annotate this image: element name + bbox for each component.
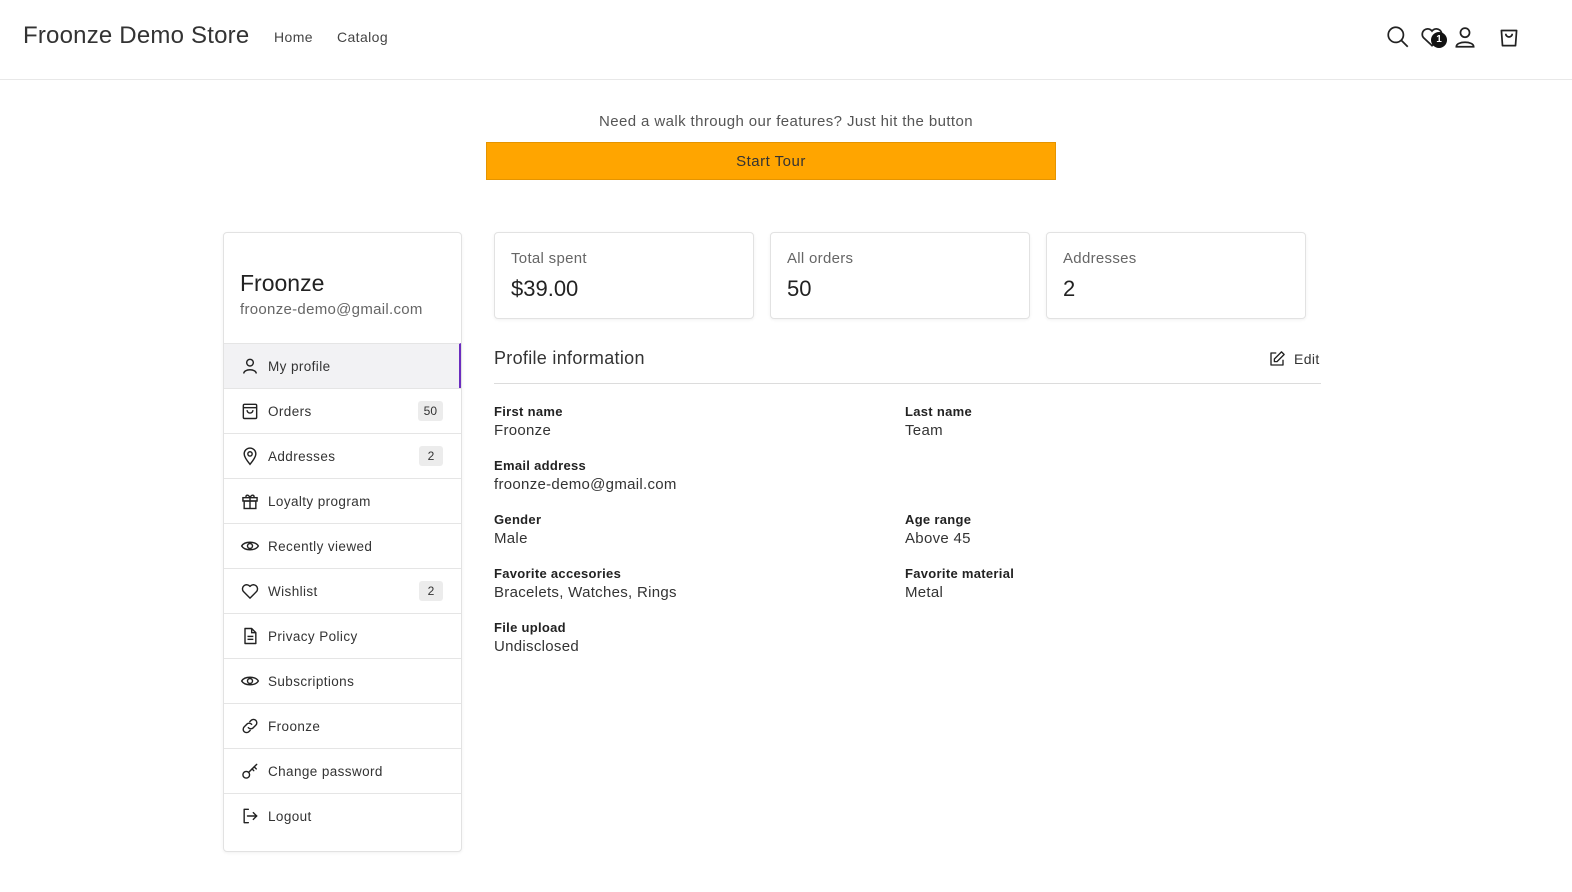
stat-card-total-spent: Total spent $39.00 — [494, 232, 754, 319]
field-value: Above 45 — [905, 530, 971, 547]
key-icon — [240, 761, 260, 781]
stat-value: $39.00 — [511, 276, 579, 301]
account-sidebar: Froonze froonze-demo@gmail.com My profil… — [223, 232, 462, 852]
account-menu: My profile Orders 50 Addresses 2 Loyalty… — [224, 343, 461, 838]
field-label: First name — [494, 404, 563, 419]
search-icon[interactable] — [1385, 24, 1411, 50]
cart-icon[interactable] — [1496, 24, 1522, 50]
sidebar-item-label: Subscriptions — [268, 673, 355, 689]
field-value: Metal — [905, 584, 944, 601]
edit-profile-button[interactable]: Edit — [1268, 350, 1320, 368]
field-label: File upload — [494, 620, 566, 635]
logout-icon — [240, 806, 260, 826]
addresses-count-badge: 2 — [419, 446, 443, 466]
sidebar-item-logout[interactable]: Logout — [224, 793, 461, 838]
field-file-upload: File upload Undisclosed — [494, 620, 579, 655]
main-nav: Home Catalog — [274, 29, 388, 45]
sidebar-item-label: Logout — [268, 808, 312, 824]
nav-home[interactable]: Home — [274, 29, 313, 45]
sidebar-item-label: Recently viewed — [268, 538, 373, 554]
start-tour-button[interactable]: Start Tour — [486, 142, 1056, 180]
heart-icon — [240, 581, 260, 601]
field-label: Age range — [905, 512, 972, 527]
sidebar-item-change-password[interactable]: Change password — [224, 748, 461, 793]
stat-label: All orders — [787, 250, 854, 267]
user-icon — [240, 356, 260, 376]
field-value: froonze-demo@gmail.com — [494, 476, 677, 493]
sidebar-item-my-profile[interactable]: My profile — [224, 343, 461, 388]
edit-icon — [1268, 350, 1286, 368]
sidebar-item-label: Change password — [268, 763, 383, 779]
sidebar-item-label: Addresses — [268, 448, 336, 464]
sidebar-item-recently-viewed[interactable]: Recently viewed — [224, 523, 461, 568]
sidebar-item-label: My profile — [268, 358, 331, 374]
sidebar-item-orders[interactable]: Orders 50 — [224, 388, 461, 433]
sidebar-item-wishlist[interactable]: Wishlist 2 — [224, 568, 461, 613]
wishlist-heart-icon[interactable]: 1 — [1419, 24, 1447, 50]
field-label: Last name — [905, 404, 973, 419]
stat-value: 2 — [1063, 276, 1076, 301]
location-pin-icon — [240, 446, 260, 466]
field-favorite-material: Favorite material Metal — [905, 566, 1014, 601]
field-label: Favorite material — [905, 566, 1015, 581]
field-label: Email address — [494, 458, 587, 473]
tour-prompt: Need a walk through our features? Just h… — [599, 113, 973, 130]
document-icon — [240, 626, 260, 646]
eye-icon — [240, 536, 260, 556]
edit-label: Edit — [1294, 351, 1320, 367]
field-label: Favorite accesories — [494, 566, 622, 581]
sidebar-item-label: Froonze — [268, 718, 321, 734]
wishlist-badge: 1 — [1431, 32, 1447, 48]
account-icon[interactable] — [1452, 24, 1478, 50]
sidebar-item-label: Wishlist — [268, 583, 318, 599]
field-label: Gender — [494, 512, 542, 527]
field-gender: Gender Male — [494, 512, 541, 547]
stat-label: Total spent — [511, 250, 587, 267]
section-divider — [494, 383, 1321, 384]
sidebar-item-subscriptions[interactable]: Subscriptions — [224, 658, 461, 703]
sidebar-item-froonze[interactable]: Froonze — [224, 703, 461, 748]
field-value: Undisclosed — [494, 638, 580, 655]
stat-card-addresses: Addresses 2 — [1046, 232, 1306, 319]
store-brand[interactable]: Froonze Demo Store — [23, 22, 249, 50]
field-last-name: Last name Team — [905, 404, 972, 439]
nav-catalog[interactable]: Catalog — [337, 29, 388, 45]
link-icon — [240, 716, 260, 736]
field-favorite-accessories: Favorite accesories Bracelets, Watches, … — [494, 566, 677, 601]
field-age-range: Age range Above 45 — [905, 512, 971, 547]
site-header: Froonze Demo Store Home Catalog 1 — [0, 0, 1572, 80]
field-value: Bracelets, Watches, Rings — [494, 584, 677, 601]
user-name: Froonze — [240, 270, 325, 296]
field-email: Email address froonze-demo@gmail.com — [494, 458, 677, 493]
stat-value: 50 — [787, 276, 812, 301]
sidebar-item-loyalty-program[interactable]: Loyalty program — [224, 478, 461, 523]
wishlist-count-badge: 2 — [419, 581, 443, 601]
field-first-name: First name Froonze — [494, 404, 563, 439]
sidebar-item-label: Orders — [268, 403, 312, 419]
field-value: Froonze — [494, 422, 552, 439]
stat-label: Addresses — [1063, 250, 1137, 267]
orders-count-badge: 50 — [417, 401, 443, 421]
user-email: froonze-demo@gmail.com — [240, 301, 423, 318]
stat-card-all-orders: All orders 50 — [770, 232, 1030, 319]
sidebar-item-label: Privacy Policy — [268, 628, 358, 644]
sidebar-item-addresses[interactable]: Addresses 2 — [224, 433, 461, 478]
eye-icon — [240, 671, 260, 691]
field-value: Male — [494, 530, 528, 547]
field-value: Team — [905, 422, 943, 439]
sidebar-item-label: Loyalty program — [268, 493, 371, 509]
bag-icon — [240, 401, 260, 421]
profile-section-title: Profile information — [494, 348, 645, 368]
gift-icon — [240, 491, 260, 511]
sidebar-item-privacy-policy[interactable]: Privacy Policy — [224, 613, 461, 658]
